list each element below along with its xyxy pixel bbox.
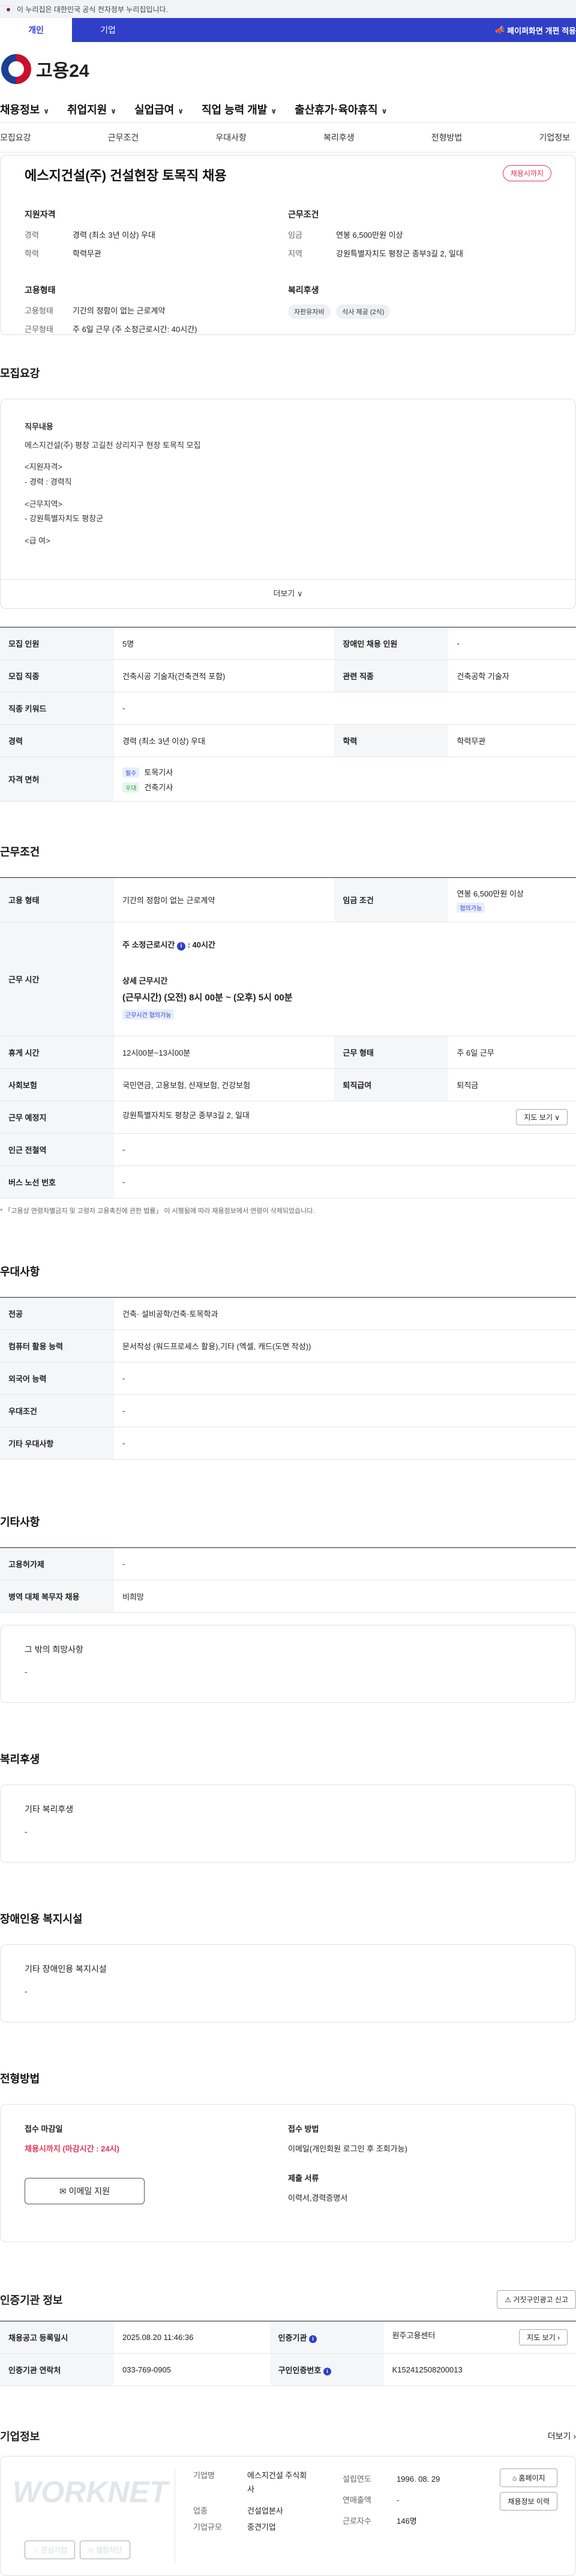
company-info-left: 기업명 에스지건설 주식회사 업종 건설업본사 기업규모 중견기업 [175, 2469, 331, 2563]
pref-table: 전공 건축· 설비공학/건축·토목학과 컴퓨터 활용 능력 문서작성 (워드프로세스… [0, 1297, 576, 1460]
homepage-button[interactable]: ⌂ 홈페이지 [500, 2469, 557, 2487]
etc-table: 고용허가제 - 병역 대체 복무자 채용 비희망 [0, 1547, 576, 1613]
alert-icon: ⚠ [505, 2296, 511, 2304]
employment-type-block: 고용형태 고용형태 기간의 정함이 없는 근로계약 근무형태 주 6일 근무 (주 … [25, 285, 197, 334]
chevron-down-icon: ∨ [43, 107, 49, 115]
section-title-cert: 인증기관 정보 [0, 2294, 63, 2306]
gov-banner: 이 누리집은 대한민국 공식 전자정부 누리집입니다. [0, 0, 576, 18]
favorite-company-button[interactable]: ☆ 관심기업 [25, 2541, 76, 2559]
work-table: 고용 형태 기간의 정함이 없는 근로계약 임금 조건 연봉 6,500만원 이상 협의… [0, 877, 576, 1199]
block-view-button[interactable]: ⊘ 열람차단 [80, 2541, 130, 2559]
section-title-disabled: 장애인용 복지시설 [0, 1913, 83, 1925]
cert-map-button[interactable]: 지도 보기 › [519, 2329, 568, 2345]
site-header: 고용24 [0, 42, 576, 96]
map-button[interactable]: 지도 보기 ∨ [516, 1109, 568, 1125]
required-tag: 필수 [122, 767, 140, 778]
qualification-block: 지원자격 경력 경력 (최소 3년 이상) 우대 학력 학력무관 [25, 210, 155, 258]
section-title-company: 기업정보 [0, 2431, 40, 2443]
section-title-pref: 우대사항 [0, 1266, 40, 1278]
more-button[interactable]: 더보기 ∨ [1, 579, 575, 608]
condition-block: 근무조건 임금 연봉 6,500만원 이상 지역 강원특별자치도 평창군 종부3길 … [288, 210, 463, 258]
deadline-value: 채용시까지 (마감시간 : 24시) [25, 2144, 119, 2153]
company-more-link[interactable]: 더보기 › [548, 2430, 576, 2442]
job-summary-card: 에스지건설(주) 건설현장 토목직 채용 채용시까지 지원자격 경력 경력 (최소… [0, 155, 576, 335]
report-ad-button[interactable]: ⚠ 거짓구인광고 신고 [497, 2290, 576, 2309]
anchor-selection[interactable]: 전형방법 [431, 132, 463, 144]
tab-personal[interactable]: 개인 [0, 18, 72, 42]
selection-card: 접수 마감일 채용시까지 (마감시간 : 24시) ✉ 이메일 지원 접수 방법… [0, 2104, 576, 2242]
welfare-summary-block: 복리후생 자판유자비 식사 제공 (2식) [288, 284, 551, 342]
section-title-work: 근무조건 [0, 846, 40, 858]
job-title: 에스지건설(주) 건설현장 토목직 채용 [25, 168, 227, 183]
anchor-pref[interactable]: 우대사항 [215, 132, 247, 144]
chevron-down-icon: ∨ [381, 107, 388, 115]
logo-icon[interactable] [1, 54, 31, 84]
nav-item-jobs[interactable]: 채용정보 ∨ [0, 101, 49, 117]
info-icon: i [309, 2335, 317, 2343]
anchor-welfare[interactable]: 복리후생 [323, 132, 355, 144]
company-info-right: 설립연도 1996. 08. 29 연매출액 - 근로자수 146명 [343, 2475, 440, 2526]
megaphone-icon: 📣 [494, 25, 505, 34]
welfare-chip: 식사 제공 (2식) [336, 304, 391, 319]
welfare-chip: 자판유자비 [288, 304, 331, 319]
nav-item-training[interactable]: 직업 능력 개발 ∨ [202, 101, 277, 117]
job-history-button[interactable]: 채용정보 이력 [500, 2492, 557, 2511]
anchor-work[interactable]: 근무조건 [108, 132, 139, 144]
info-icon: i [176, 942, 185, 951]
recruit-table: 모집 인원 5명 장애인 채용 인원 - 모집 직종 건축시공 기술자(건축견적 포함)… [0, 627, 576, 802]
company-logo: WORKNET ☆ 관심기업 ⊘ 열람차단 [13, 2469, 175, 2563]
chevron-down-icon: ∨ [178, 107, 184, 115]
preferred-tag: 우대 [122, 782, 140, 793]
company-actions: ⌂ 홈페이지 채용정보 이력 [500, 2469, 557, 2511]
gov-banner-text: 이 누리집은 대한민국 공식 전자정부 누리집입니다. [17, 5, 168, 14]
chevron-down-icon: ∨ [297, 589, 303, 599]
info-icon: i [323, 2368, 331, 2375]
nav-item-employment-support[interactable]: 취업지원 ∨ [67, 101, 116, 117]
cert-table: 채용공고 등록일시 2025.08.20 11:46:36 인증기관 i 원주고용… [0, 2321, 576, 2386]
section-title-etc: 기타사항 [0, 1516, 40, 1528]
mail-icon: ✉ [59, 2186, 67, 2196]
flag-icon [4, 5, 13, 13]
email-apply-button[interactable]: ✉ 이메일 지원 [25, 2178, 145, 2204]
section-title-welfare: 복리후생 [0, 1753, 40, 1765]
anchor-recruit[interactable]: 모집요강 [0, 132, 31, 144]
anchor-company[interactable]: 기업정보 [539, 132, 570, 144]
nav-item-unemployment[interactable]: 실업급여 ∨ [134, 101, 184, 117]
section-title-recruit: 모집요강 [0, 367, 40, 379]
site-logo[interactable]: 고용24 [36, 56, 89, 82]
company-card: WORKNET ☆ 관심기업 ⊘ 열람차단 기업명 에스지건설 주식회사 업종 건설… [0, 2456, 576, 2576]
chevron-down-icon: ∨ [110, 107, 116, 115]
status-badge: 채용시까지 [502, 165, 551, 181]
tab-company[interactable]: 기업 [72, 18, 144, 42]
chevron-down-icon: ∨ [271, 107, 277, 115]
user-type-tabs: 개인 기업 📣 페이퍼화면 개편 적용 [0, 18, 576, 42]
welfare-card: 기타 복리후생 - [0, 1785, 576, 1863]
main-nav: 채용정보 ∨ 취업지원 ∨ 실업급여 ∨ 직업 능력 개발 ∨ 출산휴가·육아휴직 ∨ [0, 96, 576, 122]
job-description-card: 직무내용 에스지건설(주) 평창 고길천 상리지구 현장 토목직 모집 <지원자… [0, 399, 576, 609]
other-wishes-card: 그 밖의 희망사항 - [0, 1625, 576, 1703]
section-anchor-nav: 모집요강 근무조건 우대사항 복리후생 전형방법 기업정보 [0, 122, 576, 153]
nav-item-parental-leave[interactable]: 출산휴가·육아휴직 ∨ [295, 101, 387, 117]
age-notice: * 「고용상 연령차별금지 및 고령자 고용촉진에 관한 법률」 이 시행됨에 … [0, 1208, 315, 1215]
notice-link[interactable]: 📣 페이퍼화면 개편 적용 [495, 18, 576, 42]
section-title-selection: 전형방법 [0, 2073, 40, 2085]
disabled-facility-card: 기타 장애인용 복지시설 - [0, 1944, 576, 2022]
